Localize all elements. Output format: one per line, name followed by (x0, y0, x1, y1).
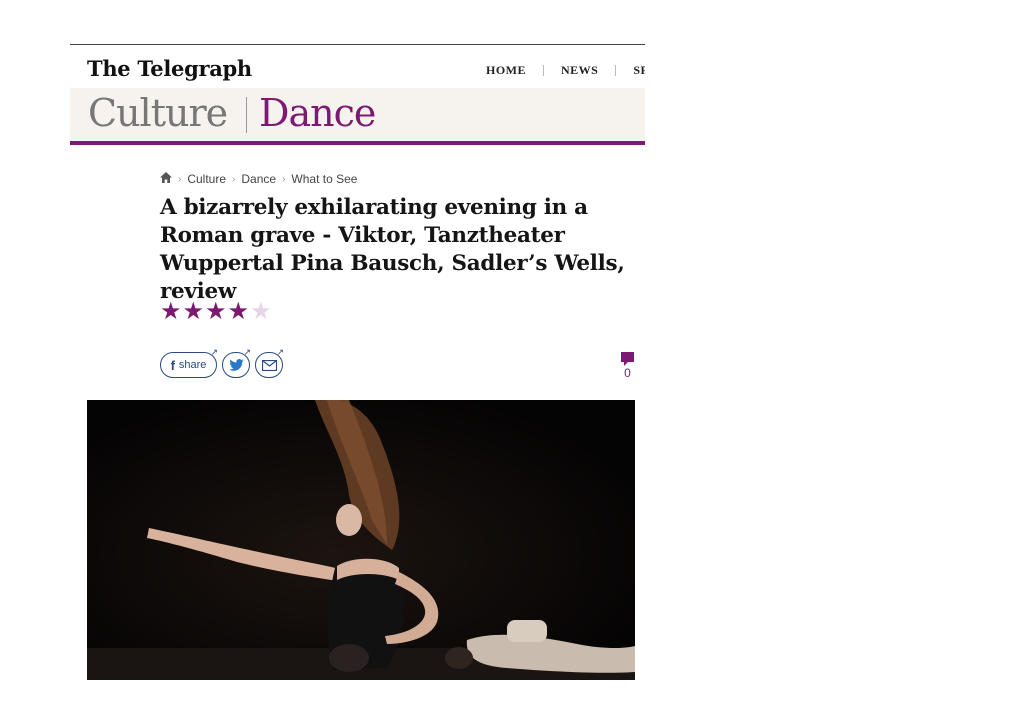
dancer-photo (87, 400, 635, 680)
article-lead-photo[interactable] (87, 400, 635, 680)
breadcrumb: › Culture › Dance › What to See (160, 172, 357, 186)
share-bar: f share ↗ ↗ ↗ (160, 347, 288, 378)
nav-sport[interactable]: SP (633, 63, 645, 78)
star-icon: ★ (160, 298, 182, 325)
nav-separator (543, 65, 544, 76)
external-arrow-icon: ↗ (210, 347, 218, 357)
star-icon: ★ (227, 298, 250, 325)
section-header: Culture Dance (70, 88, 645, 141)
comment-icon (621, 352, 634, 366)
section-dance[interactable]: Dance (259, 91, 376, 135)
section-culture[interactable]: Culture (88, 91, 228, 135)
chevron-right-icon: › (232, 173, 236, 185)
external-arrow-icon: ↗ (243, 347, 251, 357)
telegraph-page: The Telegraph HOME NEWS SP Culture Dance… (70, 44, 645, 684)
star-icon: ★ (250, 298, 272, 325)
article-headline: A bizarrely exhilarating evening in a Ro… (160, 195, 625, 304)
chevron-right-icon: › (178, 173, 182, 185)
main-nav: HOME NEWS SP (486, 63, 645, 78)
twitter-icon (228, 359, 244, 371)
comments-link[interactable]: 0 (621, 352, 634, 380)
facebook-share-label: share (178, 359, 207, 371)
star-rating: ★ ★ ★ ★ ★ (160, 300, 273, 324)
section-divider (246, 97, 247, 133)
telegraph-logo[interactable]: The Telegraph (87, 56, 252, 81)
breadcrumb-dance[interactable]: Dance (241, 172, 276, 186)
breadcrumb-what-to-see[interactable]: What to See (291, 172, 357, 186)
section-accent-line (70, 141, 645, 145)
star-icon: ★ (205, 298, 227, 325)
breadcrumb-culture[interactable]: Culture (187, 172, 226, 186)
external-arrow-icon: ↗ (276, 347, 284, 357)
nav-home[interactable]: HOME (486, 63, 526, 78)
nav-news[interactable]: NEWS (561, 63, 598, 78)
star-icon: ★ (182, 298, 205, 325)
nav-separator (615, 65, 617, 76)
home-icon[interactable] (160, 172, 172, 186)
chevron-right-icon: › (282, 173, 286, 185)
twitter-share-button[interactable]: ↗ (222, 347, 251, 378)
email-icon (261, 359, 277, 371)
email-share-button[interactable]: ↗ (255, 347, 284, 378)
facebook-share-button[interactable]: f share ↗ (160, 347, 218, 378)
comment-count: 0 (624, 366, 631, 380)
facebook-icon: f (170, 357, 175, 373)
masthead: The Telegraph HOME NEWS SP (70, 45, 645, 88)
